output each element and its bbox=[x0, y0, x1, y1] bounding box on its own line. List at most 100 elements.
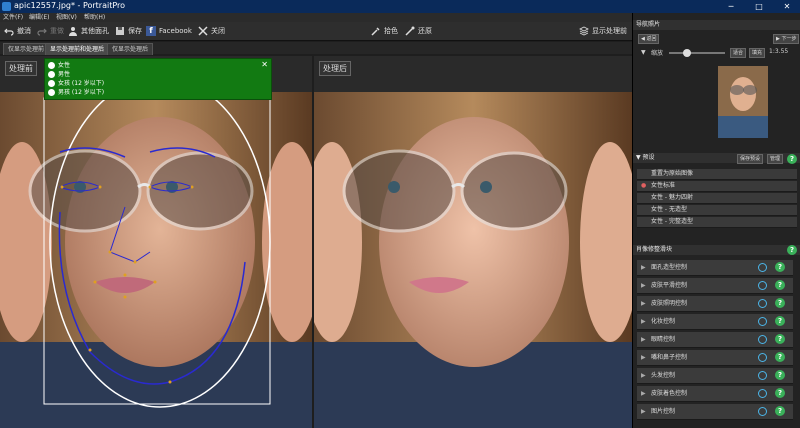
thumbnail-portrait bbox=[718, 66, 768, 138]
app-icon bbox=[2, 2, 11, 11]
close-icon bbox=[198, 26, 208, 36]
after-photo[interactable] bbox=[314, 92, 632, 428]
presets-help-icon[interactable]: ? bbox=[787, 154, 797, 164]
tab-before-after[interactable]: 显示处理前和处理后 bbox=[45, 43, 110, 55]
show-processed-label: 显示处理前 bbox=[592, 27, 627, 35]
next-button[interactable]: ▶ 下一步 bbox=[773, 34, 800, 44]
control-skin-smoothing[interactable]: ▶ 皮肤平滑控制? bbox=[637, 278, 793, 294]
right-panel: 导航照片 ◀ 返回 ▶ 下一步 ▼ 缩放 适合 填充 1:3.55 ▼ 预设 保… bbox=[632, 13, 800, 428]
tab-before-only[interactable]: 仅显示处理前 bbox=[3, 43, 50, 55]
control-mouth-nose[interactable]: ▶ 嘴和鼻子控制? bbox=[637, 350, 793, 366]
help-icon[interactable]: ? bbox=[775, 388, 785, 398]
facebook-button[interactable]: f Facebook bbox=[146, 24, 192, 38]
navigator-thumbnail[interactable] bbox=[718, 66, 768, 138]
control-label: 化妆控制 bbox=[651, 318, 676, 325]
before-photo[interactable] bbox=[0, 92, 312, 428]
tab-after-only[interactable]: 仅显示处理后 bbox=[107, 43, 154, 55]
help-icon[interactable]: ? bbox=[775, 370, 785, 380]
redo-label: 重做 bbox=[50, 27, 64, 35]
control-face-shape[interactable]: ▶ 面孔造型控制? bbox=[637, 260, 793, 276]
layers-icon bbox=[579, 26, 589, 36]
maximize-button[interactable]: □ bbox=[748, 0, 770, 13]
collapse-arrow-icon[interactable]: ▼ bbox=[636, 154, 641, 161]
redo-button[interactable]: 重做 bbox=[37, 24, 64, 38]
power-icon[interactable] bbox=[758, 353, 767, 362]
color-pick-button[interactable]: 拾色 bbox=[371, 24, 398, 38]
person-icon bbox=[69, 27, 77, 36]
power-icon[interactable] bbox=[758, 299, 767, 308]
toolbar: 撤消 重做 其他面孔 保存 f Facebook 关闭 拾色 还原 显示处理前 bbox=[0, 22, 632, 41]
close-button[interactable]: 关闭 bbox=[198, 24, 225, 38]
popup-close-button[interactable]: ✕ bbox=[261, 60, 268, 69]
other-faces-button[interactable]: 其他面孔 bbox=[68, 24, 109, 38]
minimize-button[interactable]: ─ bbox=[720, 0, 742, 13]
power-icon[interactable] bbox=[758, 281, 767, 290]
option-male-label: 男性 bbox=[58, 71, 71, 78]
help-icon[interactable]: ? bbox=[775, 280, 785, 290]
gender-popup: ✕ 女性 男性 女孩 (12 岁以下) 男孩 (12 岁以下) bbox=[44, 58, 272, 100]
power-icon[interactable] bbox=[758, 389, 767, 398]
save-button[interactable]: 保存 bbox=[115, 24, 142, 38]
fill-button[interactable]: 填充 bbox=[749, 48, 766, 58]
undo-icon bbox=[4, 28, 14, 36]
preset-item[interactable]: 女性 - 魅力四射 bbox=[637, 193, 797, 204]
save-icon bbox=[116, 27, 124, 35]
control-label: 皮肤照明控制 bbox=[651, 300, 688, 307]
restore-label: 还原 bbox=[418, 27, 432, 35]
control-hair[interactable]: ▶ 头发控制? bbox=[637, 368, 793, 384]
restore-button[interactable]: 还原 bbox=[405, 24, 432, 38]
manage-button[interactable]: 管理 bbox=[767, 154, 784, 164]
help-icon[interactable]: ? bbox=[775, 316, 785, 326]
option-girl[interactable]: 女孩 (12 岁以下) bbox=[48, 80, 104, 87]
before-viewport[interactable]: 处理前 bbox=[0, 56, 312, 428]
close-window-button[interactable]: ✕ bbox=[776, 0, 798, 13]
undo-button[interactable]: 撤消 bbox=[4, 24, 31, 38]
show-processed-button[interactable]: 显示处理前 bbox=[579, 24, 627, 38]
control-skin-lighting[interactable]: ▶ 皮肤照明控制? bbox=[637, 296, 793, 312]
control-label: 图片控制 bbox=[651, 408, 676, 415]
expand-arrow-icon: ▶ bbox=[641, 264, 646, 271]
option-boy[interactable]: 男孩 (12 岁以下) bbox=[48, 89, 104, 96]
control-makeup[interactable]: ▶ 化妆控制? bbox=[637, 314, 793, 330]
preset-item[interactable]: 女性 - 完整造型 bbox=[637, 217, 797, 228]
after-viewport[interactable]: 处理后 bbox=[314, 56, 632, 428]
expand-arrow-icon: ▶ bbox=[641, 408, 646, 415]
power-icon[interactable] bbox=[758, 263, 767, 272]
preset-item[interactable]: 女性 - 无造型 bbox=[637, 205, 797, 216]
help-icon[interactable]: ? bbox=[775, 262, 785, 272]
after-portrait bbox=[314, 92, 632, 428]
preset-item[interactable]: 重置为原始图像 bbox=[637, 169, 797, 180]
radio-icon bbox=[48, 80, 55, 87]
control-skin-coloring[interactable]: ▶ 皮肤着色控制? bbox=[637, 386, 793, 402]
option-female[interactable]: 女性 bbox=[48, 62, 70, 69]
power-icon[interactable] bbox=[758, 317, 767, 326]
menu-help[interactable]: 帮助(H) bbox=[84, 13, 105, 22]
zoom-slider[interactable] bbox=[669, 49, 725, 57]
control-picture[interactable]: ▶ 图片控制? bbox=[637, 404, 793, 420]
back-button[interactable]: ◀ 返回 bbox=[638, 34, 660, 44]
save-preset-button[interactable]: 保存预设 bbox=[737, 154, 764, 164]
expand-arrow-icon: ▶ bbox=[641, 336, 646, 343]
expand-arrow-icon: ▶ bbox=[641, 318, 646, 325]
zoom-slider-thumb[interactable] bbox=[683, 49, 691, 57]
help-icon[interactable]: ? bbox=[775, 352, 785, 362]
option-male[interactable]: 男性 bbox=[48, 71, 70, 78]
menu-edit[interactable]: 编辑(E) bbox=[29, 13, 49, 22]
preset-item[interactable]: ● 女性标准 bbox=[637, 181, 797, 192]
menu-view[interactable]: 视图(V) bbox=[56, 13, 77, 22]
collapse-arrow-icon[interactable]: ▼ bbox=[641, 49, 646, 56]
help-icon[interactable]: ? bbox=[775, 298, 785, 308]
power-icon[interactable] bbox=[758, 407, 767, 416]
help-icon[interactable]: ? bbox=[775, 406, 785, 416]
sliders-help-icon[interactable]: ? bbox=[787, 245, 797, 255]
menu-file[interactable]: 文件(F) bbox=[3, 13, 23, 22]
fit-button[interactable]: 适合 bbox=[730, 48, 747, 58]
control-label: 嘴和鼻子控制 bbox=[651, 354, 688, 361]
before-portrait bbox=[0, 92, 312, 428]
control-eyes[interactable]: ▶ 眼睛控制? bbox=[637, 332, 793, 348]
power-icon[interactable] bbox=[758, 371, 767, 380]
expand-arrow-icon: ▶ bbox=[641, 372, 646, 379]
power-icon[interactable] bbox=[758, 335, 767, 344]
help-icon[interactable]: ? bbox=[775, 334, 785, 344]
option-boy-label: 男孩 (12 岁以下) bbox=[58, 89, 105, 96]
